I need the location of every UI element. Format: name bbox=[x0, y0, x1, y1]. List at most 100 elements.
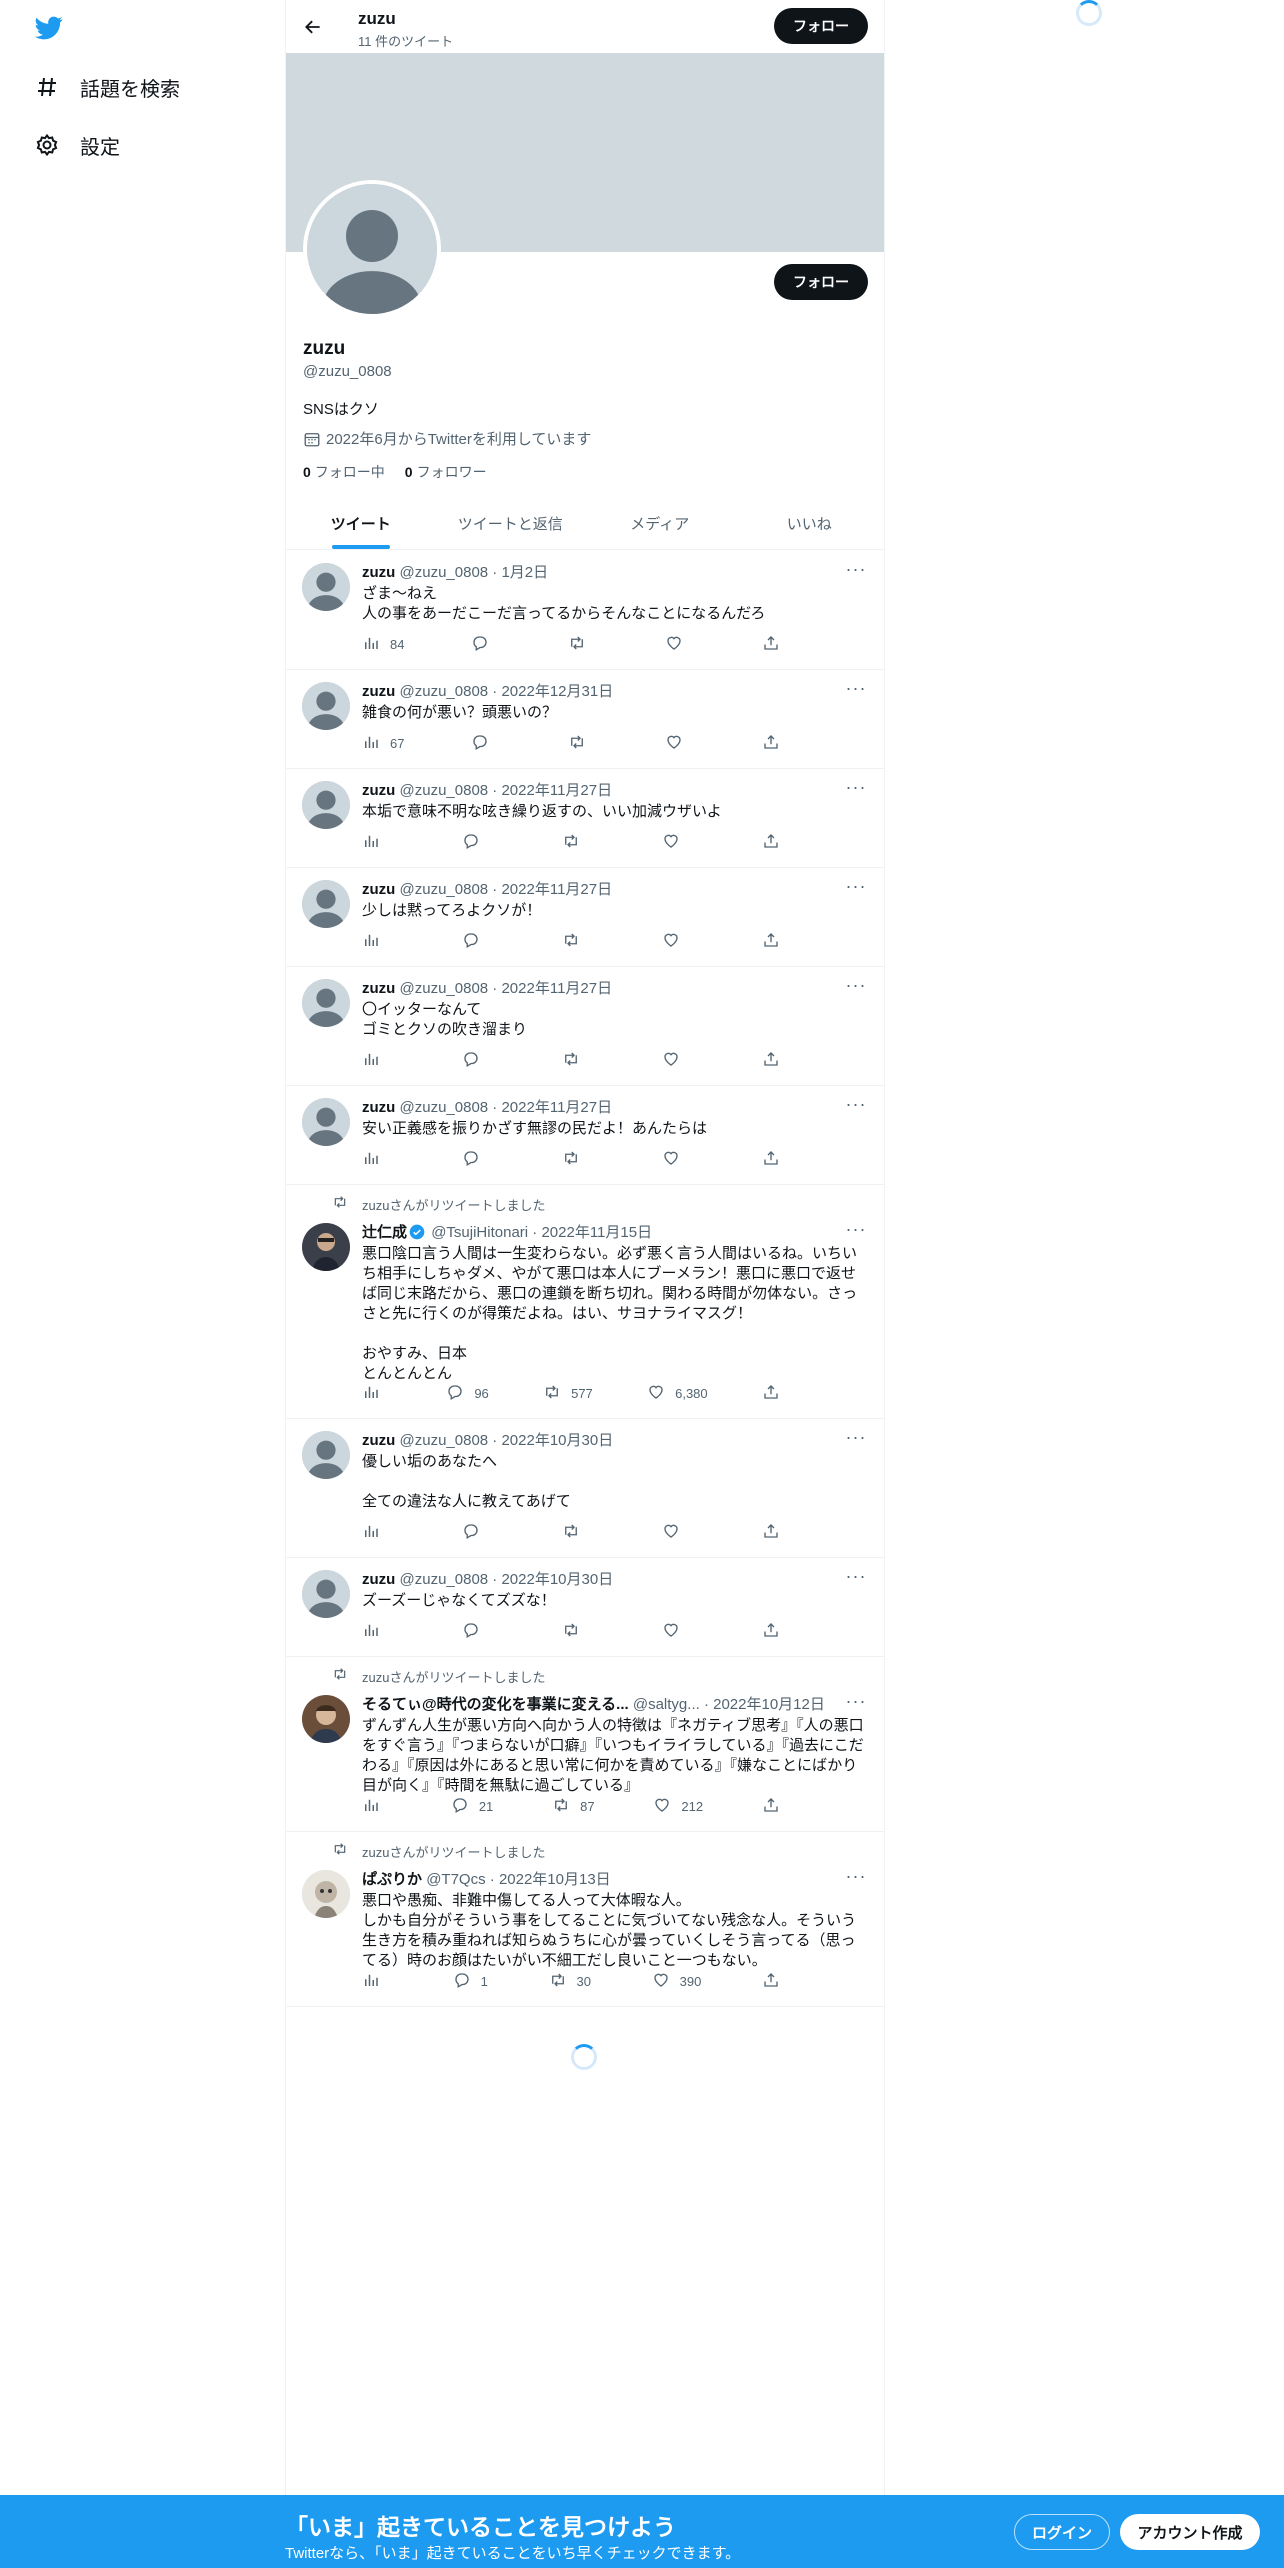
more-icon[interactable]: ··· bbox=[844, 877, 868, 900]
views-button[interactable]: 67 bbox=[362, 733, 404, 753]
reply-button[interactable]: 1 bbox=[453, 1971, 488, 1991]
retweet-button[interactable] bbox=[562, 1522, 592, 1542]
views-button[interactable] bbox=[362, 1149, 392, 1169]
tweet[interactable]: zuzuさんがリツイートしました ··· 辻仁成 @TsujiHitonari · … bbox=[286, 1185, 884, 1419]
profile-avatar[interactable] bbox=[303, 180, 441, 318]
share-button[interactable] bbox=[762, 733, 792, 753]
reply-button[interactable] bbox=[471, 733, 501, 753]
more-icon[interactable]: ··· bbox=[844, 1692, 868, 1715]
views-button[interactable] bbox=[362, 1522, 392, 1542]
reply-button[interactable] bbox=[462, 832, 492, 852]
tweet-avatar[interactable] bbox=[302, 1223, 350, 1271]
tweet-date[interactable]: 2022年11月27日 bbox=[501, 1099, 612, 1116]
tweet-author-name[interactable]: zuzu bbox=[362, 1571, 395, 1588]
tweet[interactable]: ··· zuzu @zuzu_0808 · 2022年10月30日 ズーズーじゃなく… bbox=[286, 1558, 884, 1657]
tweet[interactable]: zuzuさんがリツイートしました ··· ぱぷりか @T7Qcs · 2022年10… bbox=[286, 1832, 884, 2007]
like-button[interactable] bbox=[665, 733, 695, 753]
retweet-button[interactable]: 577 bbox=[543, 1383, 593, 1403]
tweet-avatar[interactable] bbox=[302, 1431, 350, 1479]
tweet-author-name[interactable]: zuzu bbox=[362, 1432, 395, 1449]
tweet-date[interactable]: 2022年10月12日 bbox=[713, 1696, 825, 1713]
share-button[interactable] bbox=[762, 634, 792, 654]
tweet-date[interactable]: 1月2日 bbox=[501, 564, 548, 581]
like-button[interactable] bbox=[662, 1050, 692, 1070]
signup-button[interactable]: アカウント作成 bbox=[1120, 2514, 1260, 2550]
tweet-author-handle[interactable]: @zuzu_0808 bbox=[400, 564, 489, 581]
tweet-avatar[interactable] bbox=[302, 1098, 350, 1146]
tweet-author-handle[interactable]: @TsujiHitonari bbox=[431, 1224, 528, 1241]
tweet-date[interactable]: 2022年10月13日 bbox=[499, 1871, 611, 1888]
reply-button[interactable] bbox=[462, 1149, 492, 1169]
reply-button[interactable]: 96 bbox=[446, 1383, 489, 1403]
more-icon[interactable]: ··· bbox=[844, 1428, 868, 1451]
tweet-avatar[interactable] bbox=[302, 781, 350, 829]
retweet-button[interactable] bbox=[562, 1621, 592, 1641]
views-button[interactable] bbox=[362, 1971, 392, 1991]
like-button[interactable]: 212 bbox=[653, 1796, 703, 1816]
views-button[interactable]: 84 bbox=[362, 634, 404, 654]
tweet[interactable]: ··· zuzu @zuzu_0808 · 2022年11月27日 本垢で意味不明な… bbox=[286, 769, 884, 868]
tweet-author-handle[interactable]: @zuzu_0808 bbox=[400, 683, 489, 700]
views-button[interactable] bbox=[362, 931, 392, 951]
reply-button[interactable] bbox=[462, 1621, 492, 1641]
tweet-author-name[interactable]: zuzu bbox=[362, 980, 395, 997]
more-icon[interactable]: ··· bbox=[844, 679, 868, 702]
tweet-avatar[interactable] bbox=[302, 563, 350, 611]
tweet-date[interactable]: 2022年10月30日 bbox=[501, 1571, 613, 1588]
header-follow-button[interactable]: フォロー bbox=[774, 8, 868, 44]
retweet-button[interactable] bbox=[562, 1050, 592, 1070]
following-link[interactable]: 0 フォロー中 bbox=[303, 462, 385, 482]
tweet[interactable]: ··· zuzu @zuzu_0808 · 2022年10月30日 優しい垢のあなた… bbox=[286, 1419, 884, 1558]
reply-button[interactable]: 21 bbox=[451, 1796, 493, 1816]
tab-tweets[interactable]: ツイート bbox=[286, 497, 436, 549]
tweet-author-name[interactable]: そるてぃ@時代の変化を事業に変える... bbox=[362, 1696, 629, 1713]
login-button[interactable]: ログイン bbox=[1014, 2514, 1110, 2550]
tweet-author-name[interactable]: zuzu bbox=[362, 564, 395, 581]
retweet-button[interactable] bbox=[562, 832, 592, 852]
tweet-avatar[interactable] bbox=[302, 880, 350, 928]
views-button[interactable] bbox=[362, 1796, 392, 1816]
nav-settings[interactable]: 設定 bbox=[34, 125, 120, 165]
share-button[interactable] bbox=[762, 1522, 792, 1542]
retweet-button[interactable] bbox=[568, 634, 598, 654]
tweet[interactable]: zuzuさんがリツイートしました ··· そるてぃ@時代の変化を事業に変える... … bbox=[286, 1657, 884, 1832]
views-button[interactable] bbox=[362, 1050, 392, 1070]
tweet-date[interactable]: 2022年11月15日 bbox=[541, 1224, 652, 1241]
retweet-button[interactable] bbox=[562, 1149, 592, 1169]
like-button[interactable] bbox=[662, 832, 692, 852]
tweet-author-handle[interactable]: @saltyg... bbox=[633, 1696, 700, 1713]
tweet-date[interactable]: 2022年11月27日 bbox=[501, 980, 612, 997]
tweet-author-handle[interactable]: @zuzu_0808 bbox=[400, 1432, 489, 1449]
like-button[interactable] bbox=[662, 1149, 692, 1169]
back-arrow-icon[interactable] bbox=[298, 12, 328, 42]
reply-button[interactable] bbox=[462, 931, 492, 951]
share-button[interactable] bbox=[762, 1796, 792, 1816]
like-button[interactable] bbox=[662, 931, 692, 951]
tweet-author-name[interactable]: zuzu bbox=[362, 683, 395, 700]
reply-button[interactable] bbox=[462, 1050, 492, 1070]
like-button[interactable]: 6,380 bbox=[647, 1383, 708, 1403]
views-button[interactable] bbox=[362, 1621, 392, 1641]
retweet-button[interactable] bbox=[568, 733, 598, 753]
retweet-button[interactable]: 30 bbox=[549, 1971, 591, 1991]
more-icon[interactable]: ··· bbox=[844, 560, 868, 583]
like-button[interactable] bbox=[665, 634, 695, 654]
tweet-author-handle[interactable]: @T7Qcs bbox=[426, 1871, 485, 1888]
more-icon[interactable]: ··· bbox=[844, 1220, 868, 1243]
tweet-author-name[interactable]: ぱぷりか bbox=[362, 1871, 422, 1888]
tweet-date[interactable]: 2022年11月27日 bbox=[501, 782, 612, 799]
tweet-date[interactable]: 2022年10月30日 bbox=[501, 1432, 613, 1449]
tweet-avatar[interactable] bbox=[302, 1695, 350, 1743]
share-button[interactable] bbox=[762, 1971, 792, 1991]
more-icon[interactable]: ··· bbox=[844, 1095, 868, 1118]
tweet[interactable]: ··· zuzu @zuzu_0808 · 2022年11月27日 少しは黙ってろよ… bbox=[286, 868, 884, 967]
tweet-author-name[interactable]: zuzu bbox=[362, 1099, 395, 1116]
tweet-author-name[interactable]: 辻仁成 bbox=[362, 1224, 407, 1241]
profile-follow-button[interactable]: フォロー bbox=[774, 264, 868, 300]
share-button[interactable] bbox=[762, 1383, 792, 1403]
tweet[interactable]: ··· zuzu @zuzu_0808 · 2022年11月27日 〇イッターなんて… bbox=[286, 967, 884, 1086]
share-button[interactable] bbox=[762, 1050, 792, 1070]
tweet-author-handle[interactable]: @zuzu_0808 bbox=[400, 782, 489, 799]
tweet-author-name[interactable]: zuzu bbox=[362, 881, 395, 898]
tweet-author-handle[interactable]: @zuzu_0808 bbox=[400, 1099, 489, 1116]
